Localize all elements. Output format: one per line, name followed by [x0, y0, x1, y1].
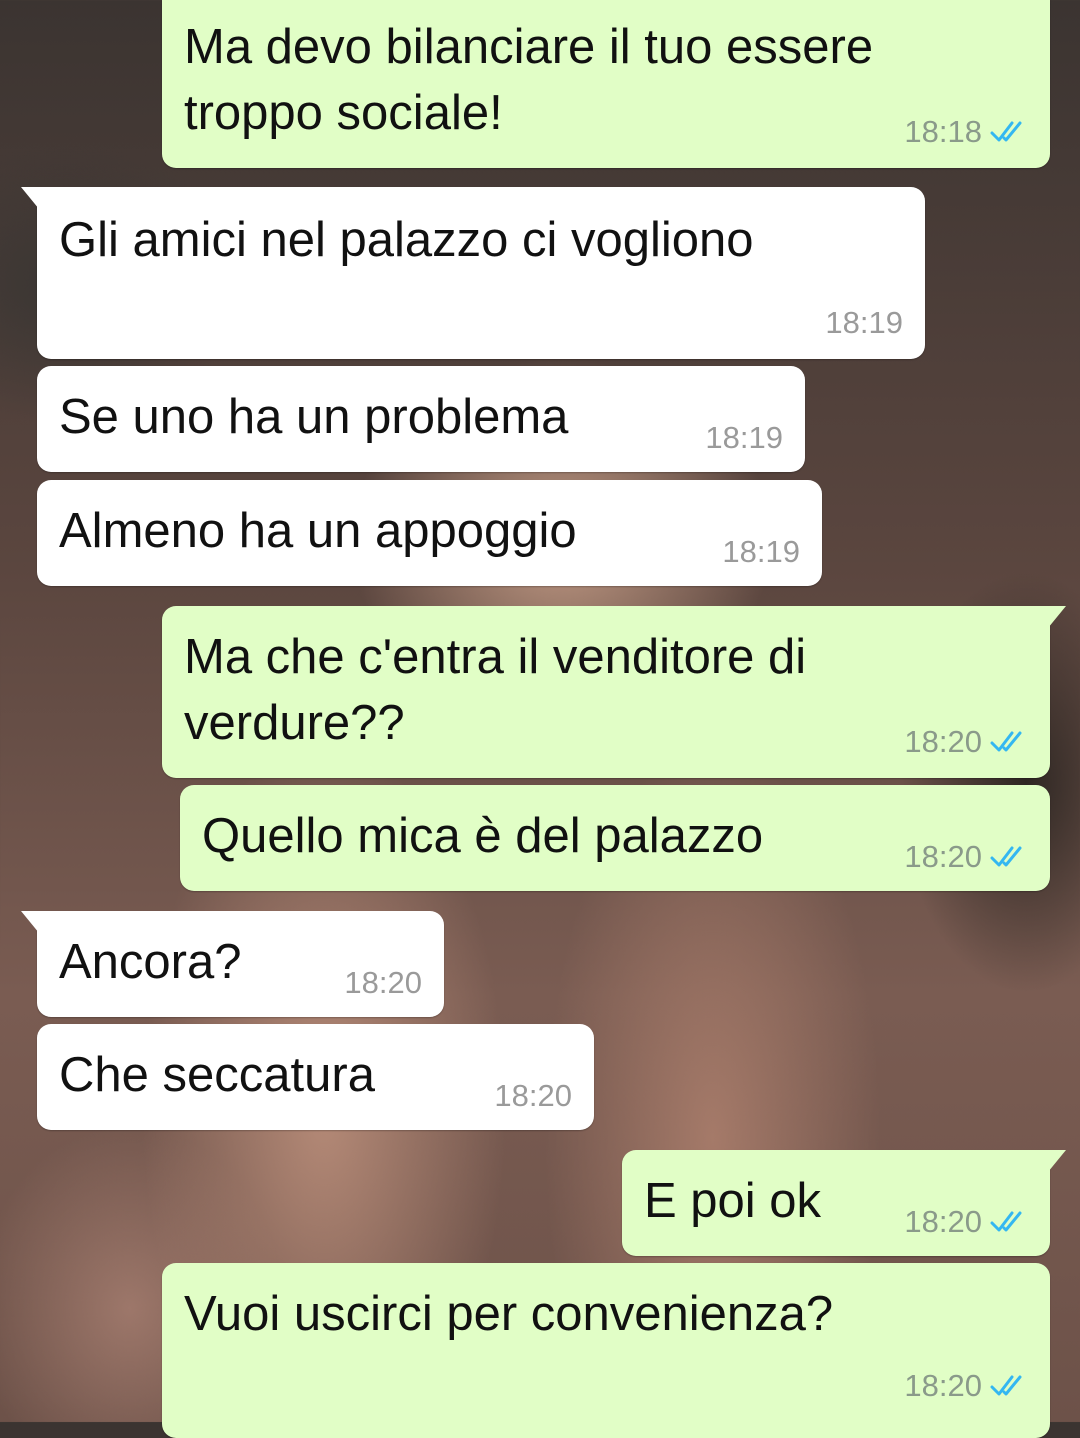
message-bubble-incoming[interactable]: Se uno ha un problema 18:19: [37, 366, 805, 472]
double-check-icon: [990, 1375, 1022, 1396]
message-text: Almeno ha un appoggio: [59, 504, 577, 558]
message-meta: 18:20: [344, 965, 422, 1001]
message-text: Ma devo bilanciare il tuo essere troppo …: [184, 20, 874, 140]
message-bubble-incoming[interactable]: Che seccatura 18:20: [37, 1024, 594, 1130]
message-bubble-incoming[interactable]: Almeno ha un appoggio 18:19: [37, 480, 822, 586]
message-meta: 18:19: [722, 534, 800, 570]
message-text: Vuoi uscirci per convenienza?: [184, 1287, 834, 1341]
message-meta: 18:18: [904, 114, 1028, 150]
message-time: 18:20: [344, 965, 422, 1000]
message-meta: 18:20: [904, 1368, 1028, 1404]
double-check-icon: [990, 731, 1022, 752]
message-bubble-outgoing[interactable]: E poi ok 18:20: [622, 1150, 1066, 1256]
message-time: 18:20: [904, 724, 982, 759]
double-check-icon: [990, 121, 1022, 142]
message-bubble-outgoing[interactable]: Quello mica è del palazzo 18:20: [180, 785, 1050, 891]
message-time: 18:19: [825, 305, 903, 340]
message-text: Gli amici nel palazzo ci vogliono: [59, 213, 754, 267]
message-text: Se uno ha un problema: [59, 390, 569, 444]
message-meta: 18:20: [904, 1204, 1028, 1240]
message-time: 18:19: [705, 420, 783, 455]
message-text: Quello mica è del palazzo: [202, 809, 764, 863]
double-check-icon: [990, 846, 1022, 867]
message-time: 18:18: [904, 114, 982, 149]
message-bubble-outgoing[interactable]: Vuoi uscirci per convenienza? 18:20: [162, 1263, 1050, 1438]
message-meta: 18:19: [825, 305, 903, 341]
message-text: E poi ok: [644, 1174, 822, 1228]
message-bubble-outgoing[interactable]: Ma che c'entra il venditore di verdure??…: [162, 606, 1066, 778]
message-bubble-incoming[interactable]: Ancora? 18:20: [21, 911, 444, 1017]
message-time: 18:19: [722, 534, 800, 569]
message-text: Ancora?: [59, 935, 242, 989]
message-meta: 18:20: [904, 839, 1028, 875]
message-meta: 18:20: [904, 724, 1028, 760]
message-bubble-outgoing[interactable]: Ma devo bilanciare il tuo essere troppo …: [162, 0, 1050, 168]
message-time: 18:20: [904, 1204, 982, 1239]
message-meta: 18:19: [705, 420, 783, 456]
message-time: 18:20: [904, 839, 982, 874]
message-time: 18:20: [904, 1368, 982, 1403]
double-check-icon: [990, 1211, 1022, 1232]
message-text: Ma che c'entra il venditore di verdure??: [184, 630, 807, 750]
message-bubble-incoming[interactable]: Gli amici nel palazzo ci vogliono 18:19: [21, 187, 925, 359]
message-text: Che seccatura: [59, 1048, 375, 1102]
message-meta: 18:20: [494, 1078, 572, 1114]
message-time: 18:20: [494, 1078, 572, 1113]
